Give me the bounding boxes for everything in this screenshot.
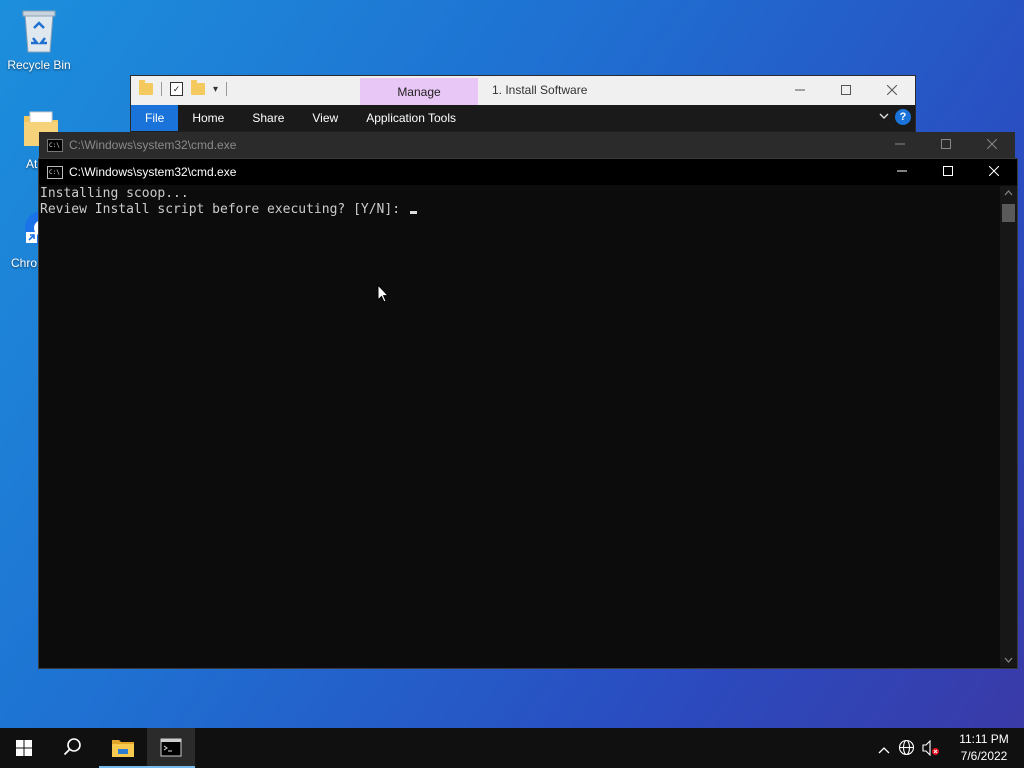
volume-muted-icon[interactable] (922, 739, 940, 761)
console-output[interactable]: Installing scoop... Review Install script… (40, 186, 998, 666)
tab-file[interactable]: File (131, 105, 179, 131)
cmd-icon (160, 738, 182, 757)
close-icon (988, 165, 1000, 177)
file-explorer-window[interactable]: ✓ ▾ Manage 1. Install Software File Home… (130, 75, 916, 137)
cmd-icon: C:\ (47, 166, 63, 179)
console-line: Installing scoop... (40, 186, 189, 201)
recycle-bin-icon (22, 10, 56, 53)
cmd-window-titlebar[interactable]: C:\ C:\Windows\system32\cmd.exe (39, 159, 1017, 185)
customize-toolbar-icon[interactable]: ▾ (213, 84, 218, 95)
minimize-button[interactable] (777, 76, 823, 105)
tab-application-tools[interactable]: Application Tools (352, 105, 470, 131)
minimize-icon (795, 89, 805, 91)
cmd-taskbar-button[interactable] (147, 728, 195, 768)
close-button[interactable] (969, 132, 1015, 158)
cmd-window[interactable]: C:\ C:\Windows\system32\cmd.exe Installi… (38, 158, 1018, 669)
maximize-icon (841, 85, 851, 95)
properties-icon[interactable]: ✓ (170, 82, 183, 96)
network-globe-icon[interactable] (898, 739, 915, 761)
maximize-button[interactable] (923, 132, 969, 158)
explorer-ribbon: File Home Share View Application Tools ? (131, 105, 915, 131)
file-explorer-icon (112, 740, 134, 757)
new-folder-icon[interactable] (191, 80, 205, 95)
explorer-titlebar[interactable]: ✓ ▾ Manage 1. Install Software (131, 76, 915, 105)
file-explorer-taskbar-button[interactable] (99, 728, 147, 768)
maximize-button[interactable] (925, 159, 971, 185)
help-button[interactable]: ? (895, 109, 911, 125)
tab-share[interactable]: Share (238, 105, 298, 131)
recycle-bin-label: Recycle Bin (7, 58, 71, 72)
minimize-icon (897, 170, 907, 172)
expand-ribbon-chevron-icon[interactable] (879, 109, 889, 123)
start-button[interactable] (0, 728, 48, 768)
taskbar: 11:11 PM 7/6/2022 (0, 728, 1024, 768)
folder-icon[interactable] (139, 80, 153, 95)
windows-logo-icon (16, 740, 32, 756)
tab-view[interactable]: View (298, 105, 352, 131)
cmd-window-title: C:\Windows\system32\cmd.exe (69, 138, 237, 152)
console-prompt-line: Review Install script before executing? … (40, 202, 998, 218)
maximize-icon (941, 139, 951, 149)
clock-date: 7/6/2022 (960, 749, 1008, 763)
scrollbar-thumb[interactable] (1002, 204, 1015, 222)
console-line: Review Install script before executing? … (40, 202, 408, 217)
maximize-button[interactable] (823, 76, 869, 105)
chrome-shortcut-label: Chro (11, 256, 38, 270)
close-icon (886, 84, 898, 96)
close-button[interactable] (869, 76, 915, 105)
clock[interactable]: 11:11 PM 7/6/2022 (956, 731, 1012, 765)
minimize-icon (895, 143, 905, 145)
quick-access-toolbar: ✓ ▾ (139, 80, 228, 96)
manage-contextual-tab[interactable]: Manage (360, 78, 478, 105)
show-hidden-icons-chevron-icon[interactable] (878, 741, 890, 759)
scroll-down-arrow-icon[interactable] (1000, 655, 1017, 665)
explorer-window-title: 1. Install Software (492, 83, 588, 97)
search-button[interactable] (48, 728, 96, 768)
cmd-window-title: C:\Windows\system32\cmd.exe (69, 165, 237, 179)
scroll-up-arrow-icon[interactable] (1000, 188, 1017, 198)
cmd-icon: C:\ (47, 139, 63, 152)
desktop: Recycle Bin At Chro ✓ ▾ Manage 1. Instal… (0, 0, 1024, 728)
search-icon (63, 738, 81, 756)
cmd-window-background-titlebar[interactable]: C:\ C:\Windows\system32\cmd.exe (39, 132, 1015, 158)
minimize-button[interactable] (877, 132, 923, 158)
toolbar-separator (161, 82, 162, 96)
clock-time: 11:11 PM (959, 732, 1009, 746)
console-scrollbar[interactable] (1000, 186, 1017, 667)
maximize-icon (943, 166, 953, 176)
tab-home[interactable]: Home (178, 105, 238, 131)
minimize-button[interactable] (879, 159, 925, 185)
close-icon (986, 138, 998, 150)
recycle-bin-shortcut[interactable]: Recycle Bin (1, 8, 77, 72)
text-cursor (409, 211, 417, 214)
folder-shortcut-label: At (26, 157, 38, 171)
mouse-pointer-icon (377, 284, 389, 303)
system-tray: 11:11 PM 7/6/2022 (874, 728, 1024, 768)
toolbar-separator (226, 82, 228, 96)
close-button[interactable] (971, 159, 1017, 185)
